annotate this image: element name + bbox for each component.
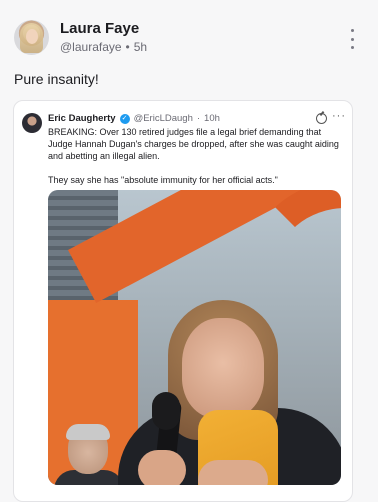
meta-separator: • (125, 40, 130, 54)
kebab-dot (350, 29, 354, 32)
photo-speaking-woman (98, 300, 341, 485)
author-avatar[interactable] (14, 20, 49, 55)
more-vertical-icon[interactable] (347, 29, 357, 49)
woman-hand (198, 460, 268, 485)
author-name[interactable]: Laura Faye (60, 20, 139, 37)
quoted-paragraph-immunity: They say she has "absolute immunity for … (48, 175, 278, 185)
quoted-post-photo[interactable] (48, 190, 341, 485)
quoted-post-card[interactable]: Eric Daugherty ✓ @EricLDaugh · 10h ··· B… (13, 100, 353, 502)
avatar-face (26, 29, 38, 44)
post-text: Pure insanity! (14, 71, 99, 87)
woman-hand (138, 450, 186, 485)
quoted-paragraph-breaking: BREAKING: Over 130 retired judges file a… (48, 127, 339, 161)
woman-face (182, 318, 264, 418)
quoted-post-text: BREAKING: Over 130 retired judges file a… (48, 126, 344, 198)
microphone-icon (152, 392, 180, 430)
post-time[interactable]: 5h (134, 40, 147, 54)
quoted-meta-separator: · (196, 113, 201, 124)
author-handle[interactable]: @laurafaye (60, 40, 122, 54)
grok-icon[interactable] (316, 113, 327, 124)
verified-badge-icon: ✓ (119, 113, 130, 124)
quoted-author-avatar[interactable] (22, 113, 42, 133)
quoted-post-time[interactable]: 10h (204, 113, 220, 124)
quoted-author-handle[interactable]: @EricLDaugh (134, 113, 193, 124)
kebab-dot (350, 37, 354, 41)
more-horizontal-icon[interactable]: ··· (332, 110, 346, 122)
kebab-dot (350, 46, 354, 49)
social-post: Laura Faye @laurafaye • 5h Pure insanity… (0, 0, 378, 502)
quoted-author-name[interactable]: Eric Daugherty (48, 113, 116, 124)
quoted-post-header: Eric Daugherty ✓ @EricLDaugh · 10h (48, 113, 220, 124)
author-meta: @laurafaye • 5h (60, 40, 147, 54)
